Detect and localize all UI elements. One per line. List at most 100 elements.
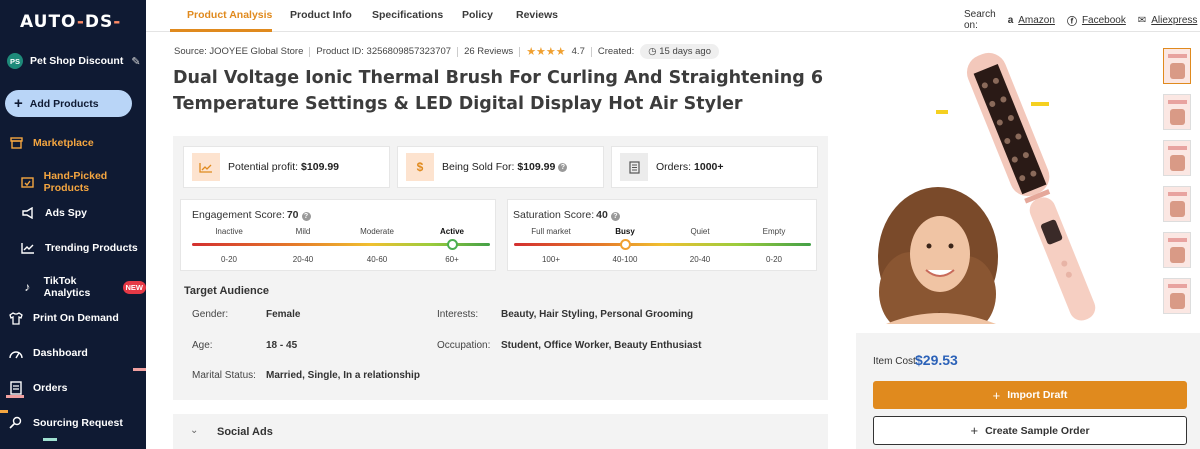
engagement-score-value: 70	[286, 209, 299, 221]
orders-card: Orders: 1000+	[611, 146, 818, 188]
engagement-score-title: Engagement Score: 70?	[192, 209, 311, 221]
store-selector[interactable]: PS Pet Shop Discount ✎	[7, 53, 141, 69]
facebook-icon: ⓕ	[1066, 16, 1077, 28]
gender-value: Female	[266, 309, 301, 320]
create-sample-order-button[interactable]: + Create Sample Order	[873, 416, 1187, 445]
plus-icon: +	[14, 95, 23, 112]
engagement-range: 20-40	[292, 255, 314, 264]
search-facebook-link[interactable]: Facebook	[1082, 15, 1126, 26]
search-amazon-link[interactable]: Amazon	[1018, 15, 1055, 26]
interests-value: Beauty, Hair Styling, Personal Grooming	[501, 309, 694, 320]
created-label: Created:	[597, 46, 635, 57]
potential-profit-card: Potential profit: $109.99	[183, 146, 390, 188]
hand-picked-icon	[20, 174, 35, 190]
edit-pencil-icon[interactable]: ✎	[131, 55, 140, 68]
product-title: Dual Voltage Ionic Thermal Brush For Cur…	[173, 68, 823, 114]
star-rating-icon: ★★★★	[526, 46, 566, 58]
sourcing-icon	[8, 415, 24, 431]
saturation-score-title: Saturation Score: 40?	[513, 209, 620, 221]
source-store[interactable]: Source: JOOYEE Global Store	[174, 46, 303, 57]
marital-status-value: Married, Single, In a relationship	[266, 370, 420, 381]
trend-chart-icon	[20, 240, 36, 256]
tab-policy[interactable]: Policy	[462, 9, 493, 21]
engagement-level-label: Moderate	[360, 227, 394, 236]
saturation-score-card: Saturation Score: 40? Full market Busy Qu…	[507, 199, 817, 271]
aliexpress-icon: ✉	[1137, 14, 1147, 26]
amazon-icon: a	[1007, 14, 1014, 26]
saturation-level-label: Quiet	[690, 227, 710, 236]
engagement-range: 0-20	[220, 255, 237, 264]
plus-icon: +	[992, 387, 1001, 403]
sidebar-item-tiktok[interactable]: ♪ TikTok Analytics NEW	[20, 275, 146, 299]
item-cost-value: $29.53	[915, 352, 958, 368]
engagement-level-label: Mild	[295, 227, 311, 236]
occupation-label: Occupation:	[437, 340, 491, 351]
help-icon[interactable]: ?	[558, 162, 568, 172]
saturation-level-label: Full market	[531, 227, 571, 236]
search-aliexpress-link[interactable]: Aliexpress	[1151, 15, 1197, 26]
saturation-range: 0-20	[765, 255, 782, 264]
product-main-image[interactable]	[856, 32, 1160, 324]
engagement-gradient-bar	[192, 243, 490, 246]
thumbnail-image[interactable]	[1163, 48, 1191, 84]
engagement-indicator	[447, 239, 458, 250]
chevron-down-icon: ⌄	[190, 425, 199, 436]
gender-label: Gender:	[192, 309, 229, 320]
social-ads-accordion[interactable]: ⌄ Social Ads	[173, 414, 828, 449]
item-cost-panel: Item Cost $29.53 + Import Draft + Create…	[856, 333, 1200, 449]
saturation-gradient-bar	[514, 243, 811, 246]
product-tabs: Product Analysis Product Info Specificat…	[146, 0, 1200, 32]
thumbnail-image[interactable]	[1163, 278, 1191, 314]
store-icon	[8, 135, 24, 151]
age-value: 18 - 45	[266, 340, 298, 351]
search-on-links: Search on: a Amazon ⓕ Facebook ✉ Aliexpr…	[964, 9, 1198, 31]
decor-stripe	[6, 395, 24, 398]
sold-value: $109.99	[517, 161, 556, 173]
help-icon[interactable]: ?	[301, 212, 311, 221]
tiktok-icon: ♪	[24, 280, 31, 294]
analysis-panel: Potential profit: $109.99 $ Being Sold F…	[173, 136, 828, 400]
profit-value: $109.99	[301, 161, 340, 173]
sidebar-item-dashboard[interactable]: Dashboard	[8, 345, 88, 361]
interests-label: Interests:	[437, 309, 479, 320]
plus-icon: +	[970, 423, 979, 438]
engagement-score-card: Engagement Score: 70? Inactive Mild Moder…	[180, 199, 496, 271]
engagement-level-label: Inactive	[215, 227, 243, 236]
gauge-icon	[8, 345, 24, 361]
sidebar-item-hand-picked[interactable]: Hand-Picked Products	[20, 170, 146, 194]
sidebar: AUTO-DS- PS Pet Shop Discount ✎ + Add Pr…	[0, 0, 146, 449]
saturation-range: 100+	[541, 255, 561, 264]
import-draft-button[interactable]: + Import Draft	[873, 381, 1187, 409]
sidebar-item-sourcing[interactable]: Sourcing Request	[8, 415, 123, 431]
decor-stripe	[0, 410, 8, 413]
saturation-range: 40-100	[612, 255, 638, 264]
decor-stripe	[43, 438, 57, 441]
sidebar-item-trending[interactable]: Trending Products	[20, 240, 138, 256]
saturation-indicator	[620, 239, 631, 250]
sidebar-item-marketplace[interactable]: Marketplace	[8, 135, 94, 151]
thumbnail-image[interactable]	[1163, 94, 1191, 130]
thumbnail-image[interactable]	[1163, 186, 1191, 222]
shirt-icon	[8, 310, 24, 326]
tab-reviews[interactable]: Reviews	[516, 9, 558, 21]
saturation-score-value: 40	[596, 209, 608, 221]
autods-logo[interactable]: AUTO-DS-	[20, 12, 121, 32]
being-sold-for-card: $ Being Sold For: $109.99 ?	[397, 146, 604, 188]
tab-product-analysis[interactable]: Product Analysis	[187, 9, 272, 21]
sidebar-item-print-on-demand[interactable]: Print On Demand	[8, 310, 119, 326]
product-meta: Source: JOOYEE Global Store Product ID: …	[174, 44, 719, 59]
orders-value: 1000+	[694, 161, 724, 173]
tab-specifications[interactable]: Specifications	[372, 9, 443, 21]
add-products-button[interactable]: + Add Products	[5, 90, 132, 117]
sidebar-item-orders[interactable]: Orders	[8, 380, 67, 396]
tab-product-info[interactable]: Product Info	[290, 9, 352, 21]
engagement-range: 40-60	[366, 255, 388, 264]
social-ads-label: Social Ads	[217, 426, 273, 438]
product-id: Product ID: 3256809857323707	[316, 46, 452, 57]
thumbnail-image[interactable]	[1163, 232, 1191, 268]
megaphone-icon	[20, 205, 36, 221]
thumbnail-strip	[1163, 48, 1193, 324]
sidebar-item-ads-spy[interactable]: Ads Spy	[20, 205, 87, 221]
help-icon[interactable]: ?	[610, 212, 620, 221]
thumbnail-image[interactable]	[1163, 140, 1191, 176]
